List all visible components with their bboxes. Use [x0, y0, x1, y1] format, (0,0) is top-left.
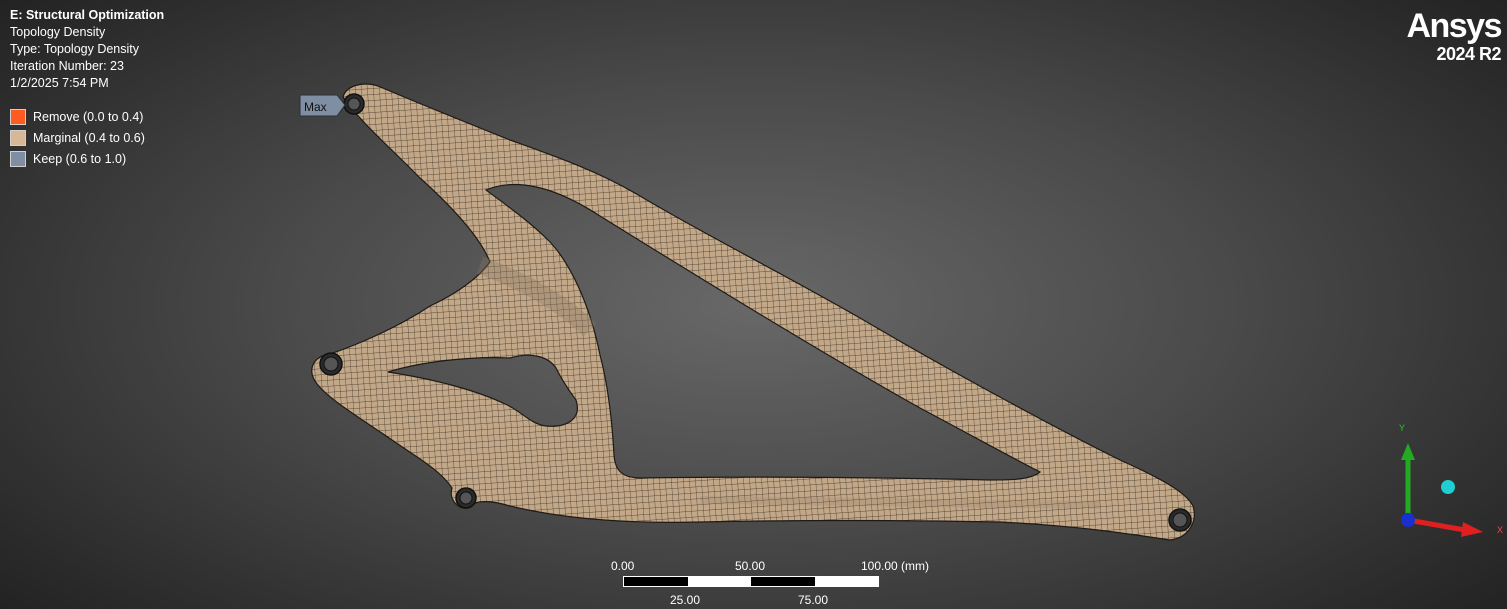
mesh-shade — [699, 496, 1101, 509]
bushing-right — [1168, 508, 1192, 532]
z-axis-dot — [1401, 513, 1415, 527]
bushing-left — [319, 352, 343, 376]
x-axis-arrow — [1407, 517, 1483, 537]
y-axis-arrow — [1401, 443, 1415, 520]
scale-label-0: 0.00 — [611, 559, 635, 573]
topology-mesh-body — [311, 83, 1195, 541]
x-axis-label: X — [1497, 525, 1503, 535]
scale-segment — [751, 577, 815, 586]
coordinate-triad[interactable]: Y X — [1385, 415, 1505, 545]
max-probe[interactable]: Max — [299, 94, 346, 117]
max-probe-label: Max — [304, 100, 327, 114]
scale-label-75: 75.00 — [798, 593, 829, 607]
scale-label-25: 25.00 — [670, 593, 701, 607]
scale-bar-graphic — [623, 576, 879, 587]
scale-label-50: 50.00 — [735, 559, 766, 573]
scale-bar: 0.00 50.00 100.00 (mm) 25.00 75.00 — [600, 556, 940, 609]
model-viewport[interactable]: Max — [0, 0, 1507, 609]
isometric-view-ball[interactable] — [1441, 480, 1455, 494]
y-axis-label: Y — [1399, 423, 1405, 433]
scale-segment — [814, 577, 878, 586]
bushing-bottom — [455, 487, 477, 509]
bushing-top-left — [343, 93, 365, 115]
scale-segment — [687, 577, 751, 586]
scale-label-100: 100.00 (mm) — [861, 559, 930, 573]
scale-segment — [624, 577, 688, 586]
